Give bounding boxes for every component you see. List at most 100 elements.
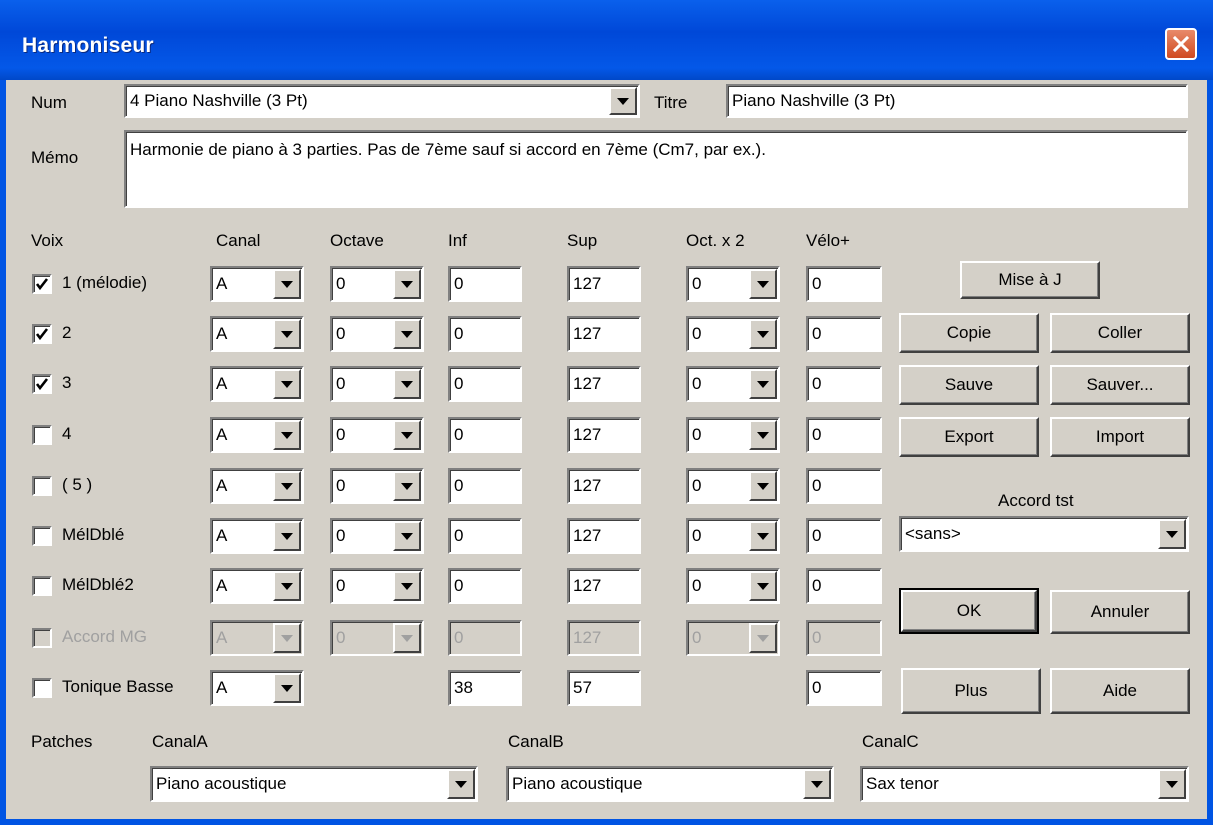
chevron-down-icon[interactable] [803, 769, 831, 799]
octave-combo[interactable]: 0 [330, 266, 424, 302]
canal-combo[interactable]: A [210, 266, 304, 302]
chevron-down-icon[interactable] [393, 471, 421, 501]
canal-a-patch-combo[interactable]: Piano acoustique [150, 766, 478, 802]
chevron-down-icon[interactable] [273, 420, 301, 450]
sup-input[interactable]: 127 [567, 468, 641, 504]
sup-input[interactable]: 127 [567, 266, 641, 302]
velo-input[interactable]: 0 [806, 366, 882, 402]
sup-input[interactable]: 127 [567, 568, 641, 604]
voice-checkbox[interactable] [32, 526, 52, 546]
velo-input[interactable]: 0 [806, 670, 882, 706]
voice-checkbox[interactable] [32, 476, 52, 496]
sup-input[interactable]: 127 [567, 366, 641, 402]
chevron-down-icon[interactable] [273, 471, 301, 501]
chevron-down-icon[interactable] [749, 471, 777, 501]
chevron-down-icon[interactable] [749, 521, 777, 551]
copie-button[interactable]: Copie [899, 313, 1039, 353]
chevron-down-icon[interactable] [749, 420, 777, 450]
chevron-down-icon[interactable] [393, 571, 421, 601]
chevron-down-icon[interactable] [393, 420, 421, 450]
canal-combo[interactable]: A [210, 568, 304, 604]
canal-combo[interactable]: A [210, 417, 304, 453]
voice-checkbox[interactable] [32, 425, 52, 445]
oct-x2-combo[interactable]: 0 [686, 266, 780, 302]
canal-combo[interactable]: A [210, 518, 304, 554]
oct-x2-combo[interactable]: 0 [686, 468, 780, 504]
num-combo[interactable]: 4 Piano Nashville (3 Pt) [124, 84, 640, 118]
annuler-button[interactable]: Annuler [1050, 590, 1190, 634]
chevron-down-icon[interactable] [273, 521, 301, 551]
canal-b-patch-combo[interactable]: Piano acoustique [506, 766, 834, 802]
oct-x2-combo[interactable]: 0 [686, 366, 780, 402]
export-button[interactable]: Export [899, 417, 1039, 457]
coller-button[interactable]: Coller [1050, 313, 1190, 353]
inf-input[interactable]: 0 [448, 568, 522, 604]
sup-input[interactable]: 127 [567, 518, 641, 554]
voice-checkbox[interactable] [32, 324, 52, 344]
chevron-down-icon[interactable] [1158, 519, 1186, 549]
inf-input[interactable]: 0 [448, 518, 522, 554]
sup-input[interactable]: 127 [567, 417, 641, 453]
sauve-button[interactable]: Sauve [899, 365, 1039, 405]
inf-input[interactable]: 0 [448, 366, 522, 402]
import-button[interactable]: Import [1050, 417, 1190, 457]
voice-checkbox[interactable] [32, 576, 52, 596]
oct-x2-combo[interactable]: 0 [686, 417, 780, 453]
title-bar[interactable]: Harmoniseur [0, 0, 1213, 80]
velo-input[interactable]: 0 [806, 266, 882, 302]
chevron-down-icon[interactable] [447, 769, 475, 799]
inf-input[interactable]: 0 [448, 316, 522, 352]
canal-combo[interactable]: A [210, 316, 304, 352]
octave-combo[interactable]: 0 [330, 468, 424, 504]
velo-input[interactable]: 0 [806, 518, 882, 554]
sauver-button[interactable]: Sauver... [1050, 365, 1190, 405]
inf-input[interactable]: 38 [448, 670, 522, 706]
chevron-down-icon[interactable] [749, 319, 777, 349]
titre-input[interactable]: Piano Nashville (3 Pt) [726, 84, 1188, 118]
chevron-down-icon[interactable] [393, 369, 421, 399]
chevron-down-icon[interactable] [749, 571, 777, 601]
voice-checkbox[interactable] [32, 274, 52, 294]
oct-x2-combo[interactable]: 0 [686, 568, 780, 604]
canal-combo[interactable]: A [210, 670, 304, 706]
inf-input[interactable]: 0 [448, 417, 522, 453]
close-button[interactable] [1165, 28, 1197, 60]
chevron-down-icon[interactable] [273, 369, 301, 399]
chevron-down-icon[interactable] [273, 571, 301, 601]
chevron-down-icon[interactable] [393, 319, 421, 349]
velo-input[interactable]: 0 [806, 568, 882, 604]
chevron-down-icon[interactable] [609, 87, 637, 115]
inf-input[interactable]: 0 [448, 266, 522, 302]
chevron-down-icon[interactable] [273, 269, 301, 299]
canal-combo[interactable]: A [210, 468, 304, 504]
canal-combo[interactable]: A [210, 366, 304, 402]
inf-input[interactable]: 0 [448, 468, 522, 504]
velo-input[interactable]: 0 [806, 417, 882, 453]
chevron-down-icon[interactable] [1158, 769, 1186, 799]
oct-x2-combo[interactable]: 0 [686, 316, 780, 352]
octave-combo[interactable]: 0 [330, 366, 424, 402]
sup-input[interactable]: 57 [567, 670, 641, 706]
sup-input[interactable]: 127 [567, 316, 641, 352]
canal-c-patch-combo[interactable]: Sax tenor [860, 766, 1189, 802]
mise-a-j-button[interactable]: Mise à J [960, 261, 1100, 299]
voice-checkbox[interactable] [32, 678, 52, 698]
velo-input[interactable]: 0 [806, 316, 882, 352]
octave-combo[interactable]: 0 [330, 568, 424, 604]
chevron-down-icon[interactable] [749, 369, 777, 399]
ok-button[interactable]: OK [899, 588, 1039, 634]
chevron-down-icon[interactable] [273, 319, 301, 349]
aide-button[interactable]: Aide [1050, 668, 1190, 714]
chevron-down-icon[interactable] [393, 269, 421, 299]
accord-tst-combo[interactable]: <sans> [899, 516, 1189, 552]
chevron-down-icon[interactable] [749, 269, 777, 299]
chevron-down-icon[interactable] [273, 673, 301, 703]
voice-checkbox[interactable] [32, 374, 52, 394]
octave-combo[interactable]: 0 [330, 518, 424, 554]
memo-textarea[interactable]: Harmonie de piano à 3 parties. Pas de 7è… [124, 130, 1188, 208]
octave-combo[interactable]: 0 [330, 417, 424, 453]
velo-input[interactable]: 0 [806, 468, 882, 504]
oct-x2-combo[interactable]: 0 [686, 518, 780, 554]
plus-button[interactable]: Plus [901, 668, 1041, 714]
chevron-down-icon[interactable] [393, 521, 421, 551]
